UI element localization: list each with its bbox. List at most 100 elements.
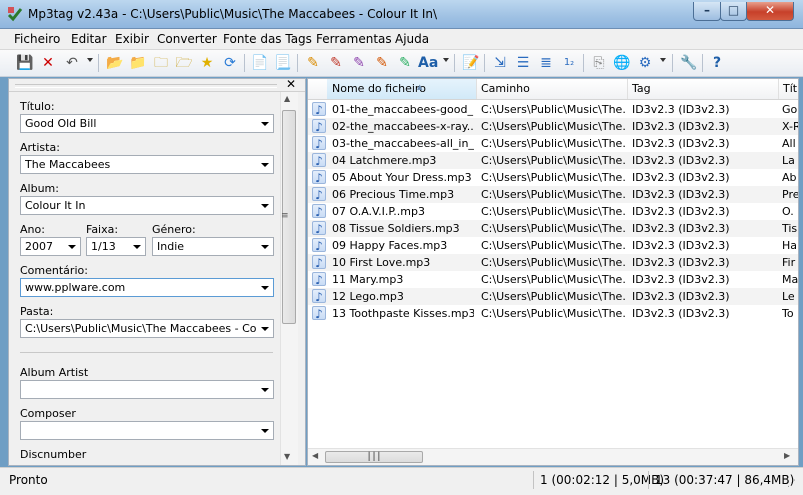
- cell-path: C:\Users\Public\Music\The...: [481, 205, 626, 218]
- add-folder-icon[interactable]: 🗀: [151, 53, 171, 73]
- table-row[interactable]: ♪ 08 Tissue Soldiers.mp3 C:\Users\Public\M…: [308, 220, 798, 237]
- column-header-title[interactable]: Tít: [779, 79, 798, 99]
- open-folder-icon[interactable]: 📁: [128, 53, 148, 73]
- table-row[interactable]: ♪ 09 Happy Faces.mp3 C:\Users\Public\Music…: [308, 237, 798, 254]
- favorites-star-icon[interactable]: ★: [197, 53, 217, 73]
- copy-icon[interactable]: ⎘: [589, 53, 609, 73]
- freedb-icon[interactable]: ✎: [303, 53, 323, 73]
- resize-grip-icon[interactable]: ⋰: [787, 479, 796, 489]
- chevron-down-icon[interactable]: [133, 245, 141, 249]
- autonumber-icon[interactable]: 1₂: [559, 53, 579, 73]
- menu-fonte-das-tags[interactable]: Fonte das Tags: [223, 32, 312, 46]
- column-header-filename[interactable]: Nome do ficheiro ▲: [327, 79, 477, 99]
- cell-filename: 10 First Love.mp3: [332, 256, 431, 269]
- composer-label: Composer: [20, 407, 76, 420]
- menu-converter[interactable]: Converter: [157, 32, 217, 46]
- table-row[interactable]: ♪ 11 Mary.mp3 C:\Users\Public\Music\The...…: [308, 271, 798, 288]
- export-icon[interactable]: ⇲: [490, 53, 510, 73]
- menu-exibir[interactable]: Exibir: [115, 32, 149, 46]
- table-row[interactable]: ♪ 12 Lego.mp3 C:\Users\Public\Music\The...…: [308, 288, 798, 305]
- menu-ficheiro[interactable]: Ficheiro: [14, 32, 60, 46]
- list-icon[interactable]: ≣: [536, 53, 556, 73]
- chevron-down-icon[interactable]: [261, 429, 269, 433]
- artist-field[interactable]: The Maccabees: [20, 155, 274, 174]
- panel-close-icon[interactable]: ✕: [286, 79, 296, 91]
- chevron-down-icon[interactable]: [261, 245, 269, 249]
- album-artist-field[interactable]: [20, 380, 274, 399]
- title-field[interactable]: Good Old Bill: [20, 114, 274, 133]
- year-field[interactable]: 2007: [20, 237, 81, 256]
- cell-tag: ID3v2.3 (ID3v2.3): [632, 256, 730, 269]
- table-row[interactable]: ♪ 13 Toothpaste Kisses.mp3 C:\Users\Public…: [308, 305, 798, 322]
- scroll-up-icon[interactable]: ▲: [284, 94, 290, 103]
- web-sources-icon[interactable]: 🌐: [612, 53, 632, 73]
- column-header-path[interactable]: Caminho: [477, 79, 628, 99]
- undo-dropdown-icon[interactable]: [87, 58, 93, 62]
- music-file-icon: ♪: [312, 136, 326, 151]
- music-file-icon: ♪: [312, 187, 326, 202]
- chevron-down-icon[interactable]: [261, 327, 269, 331]
- actions-dropdown-icon[interactable]: [660, 58, 666, 62]
- filename-tag-icon[interactable]: 📃: [273, 53, 293, 73]
- column-header-tag[interactable]: Tag: [628, 79, 779, 99]
- table-row[interactable]: ♪ 03-the_maccabees-all_in_... C:\Users\Pub…: [308, 135, 798, 152]
- chevron-down-icon[interactable]: [68, 245, 76, 249]
- table-row[interactable]: ♪ 05 About Your Dress.mp3 C:\Users\Public\…: [308, 169, 798, 186]
- tag-panel-scrollbar[interactable]: ▲ ▼: [280, 92, 298, 465]
- maximize-button[interactable]: □: [720, 2, 747, 21]
- cell-filename: 01-the_maccabees-good_...: [332, 103, 474, 116]
- table-row[interactable]: ♪ 04 Latchmere.mp3 C:\Users\Public\Music\T…: [308, 152, 798, 169]
- file-list-horizontal-scrollbar[interactable]: ◀ ┃┃┃ ▶: [308, 448, 798, 465]
- splitter-grip-icon[interactable]: ≡: [281, 211, 289, 221]
- help-icon[interactable]: ?: [707, 53, 727, 73]
- tag-filename-icon[interactable]: 📄: [250, 53, 270, 73]
- undo-icon[interactable]: ↶: [62, 53, 82, 73]
- save-icon[interactable]: 💾: [15, 53, 35, 73]
- chevron-down-icon[interactable]: [261, 163, 269, 167]
- table-row[interactable]: ♪ 06 Precious Time.mp3 C:\Users\Public\Mus…: [308, 186, 798, 203]
- refresh-icon[interactable]: ⟳: [220, 53, 240, 73]
- minimize-button[interactable]: –: [693, 2, 721, 21]
- comment-field[interactable]: www.pplware.com: [20, 278, 274, 297]
- chevron-down-icon[interactable]: [261, 286, 269, 290]
- case-conversion-icon[interactable]: Aa: [418, 53, 438, 73]
- track-label: Faixa:: [86, 223, 119, 236]
- playlist-icon[interactable]: ☰: [513, 53, 533, 73]
- table-row[interactable]: ♪ 10 First Love.mp3 C:\Users\Public\Music\…: [308, 254, 798, 271]
- amazon-icon[interactable]: ✎: [326, 53, 346, 73]
- album-field[interactable]: Colour It In: [20, 196, 274, 215]
- composer-field[interactable]: [20, 421, 274, 440]
- case-dropdown-icon[interactable]: [443, 58, 449, 62]
- menu-ajuda[interactable]: Ajuda: [395, 32, 429, 46]
- actions-icon[interactable]: ⚙: [635, 53, 655, 73]
- discogs-icon[interactable]: ✎: [349, 53, 369, 73]
- folder-up-icon[interactable]: 🗁: [174, 53, 194, 73]
- folder-field[interactable]: C:\Users\Public\Music\The Maccabees - Co…: [20, 319, 274, 338]
- cell-title: Ma: [782, 273, 798, 286]
- scroll-left-icon[interactable]: ◀: [312, 451, 318, 460]
- table-row[interactable]: ♪ 02-the_maccabees-x-ray.... C:\Users\Publ…: [308, 118, 798, 135]
- musicbrainz-icon[interactable]: ✎: [372, 53, 392, 73]
- menu-editar[interactable]: Editar: [71, 32, 107, 46]
- panel-grip[interactable]: [15, 84, 277, 88]
- remove-icon[interactable]: ✕: [38, 53, 58, 73]
- cell-title: O.: [782, 205, 794, 218]
- menu-ferramentas[interactable]: Ferramentas: [316, 32, 392, 46]
- close-button[interactable]: ✕: [746, 2, 794, 21]
- scroll-right-icon[interactable]: ▶: [784, 451, 790, 460]
- track-field[interactable]: 1/13: [86, 237, 146, 256]
- cell-title: Ab: [782, 171, 797, 184]
- table-row[interactable]: ♪ 07 O.A.V.I.P..mp3 C:\Users\Public\Music\…: [308, 203, 798, 220]
- chevron-down-icon[interactable]: [261, 388, 269, 392]
- options-icon[interactable]: 🔧: [679, 53, 699, 73]
- toolbar-separator: [297, 54, 298, 72]
- chevron-down-icon[interactable]: [261, 204, 269, 208]
- scrollbar-thumb[interactable]: ┃┃┃: [325, 451, 423, 463]
- text-edit-icon[interactable]: 📝: [461, 53, 481, 73]
- web-tag-icon[interactable]: ✎: [395, 53, 415, 73]
- table-row[interactable]: ♪ 01-the_maccabees-good_... C:\Users\Publi…: [308, 101, 798, 118]
- add-directory-icon[interactable]: 📂: [105, 53, 125, 73]
- scroll-down-icon[interactable]: ▼: [284, 452, 290, 461]
- chevron-down-icon[interactable]: [261, 122, 269, 126]
- genre-field[interactable]: Indie: [152, 237, 274, 256]
